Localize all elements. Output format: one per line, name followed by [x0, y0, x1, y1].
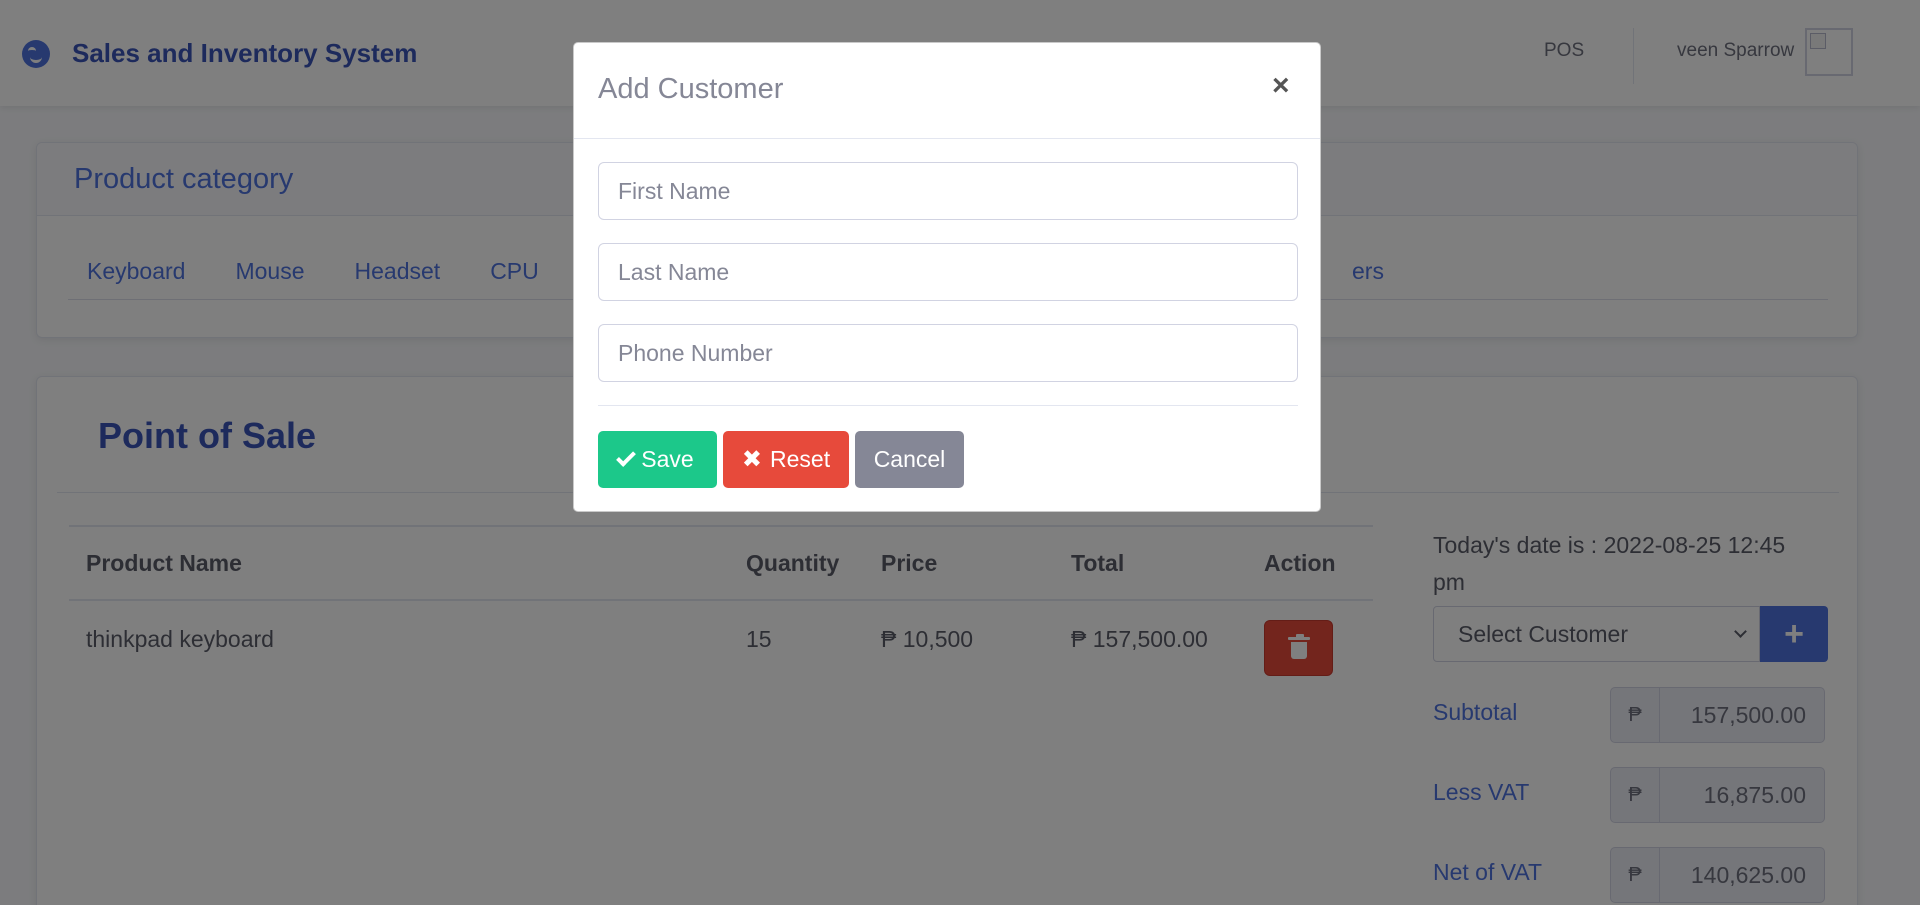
reset-label: Reset: [770, 446, 831, 472]
modal-divider: [598, 405, 1298, 406]
save-label: Save: [641, 446, 694, 472]
save-button[interactable]: Save: [598, 431, 717, 488]
times-icon: ✖: [741, 446, 762, 473]
modal-title: Add Customer: [598, 73, 784, 105]
add-customer-modal: Add Customer × Save ✖ Reset Cancel: [573, 42, 1321, 512]
check-icon: [616, 446, 637, 467]
close-icon[interactable]: ×: [1272, 71, 1290, 101]
reset-button[interactable]: ✖ Reset: [723, 431, 849, 488]
cancel-button[interactable]: Cancel: [855, 431, 964, 488]
last-name-input[interactable]: [598, 243, 1298, 301]
phone-number-input[interactable]: [598, 324, 1298, 382]
modal-header: Add Customer ×: [574, 43, 1320, 139]
first-name-input[interactable]: [598, 162, 1298, 220]
cancel-label: Cancel: [873, 446, 946, 472]
